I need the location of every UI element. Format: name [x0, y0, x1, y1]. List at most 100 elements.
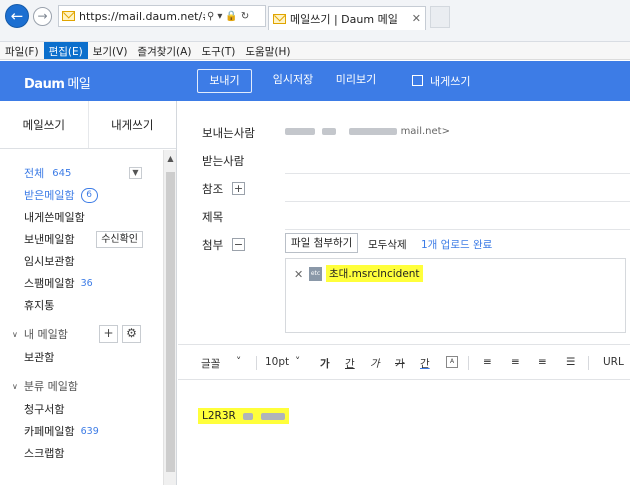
sidebar-item-bills[interactable]: 청구서함	[0, 398, 163, 420]
send-button[interactable]: 보내기	[197, 69, 252, 93]
sidebar-item-scrap[interactable]: 스크랩함	[0, 442, 163, 464]
sidebar-scrollbar[interactable]: ▲	[163, 150, 176, 485]
mail-header: Daum 메일 보내기 임시저장 미리보기 내게쓰기	[0, 61, 630, 101]
font-color-button[interactable]: 간	[420, 356, 430, 371]
write-mail-button[interactable]: 메일쓰기	[0, 101, 88, 148]
daum-logo[interactable]: Daum 메일	[24, 73, 91, 92]
outdent-icon[interactable]: ≡	[538, 356, 547, 368]
send-to-self-label[interactable]: 내게쓰기	[430, 73, 470, 89]
menu-tools[interactable]: 도구(T)	[196, 42, 240, 59]
to-label: 받는사람	[202, 154, 245, 168]
subject-input[interactable]	[285, 202, 630, 230]
cafe-count: 639	[80, 425, 99, 437]
sender-address[interactable]: mail.net>	[285, 126, 450, 137]
delete-all-button[interactable]: 모두삭제	[368, 237, 407, 252]
search-icon[interactable]: ⚲	[207, 11, 214, 22]
browser-tab[interactable]: 메일쓰기 | Daum 메일 ✕	[268, 6, 426, 30]
cc-input[interactable]	[285, 174, 630, 202]
spam-count: 36	[80, 277, 93, 289]
write-to-self-button[interactable]: 내게쓰기	[87, 101, 177, 148]
editor-toolbar: 글꼴 ˅ 10pt ˅ 가 간 가 가 간 A ≡ ≡ ≡ ☰ URL	[178, 344, 630, 380]
unread-badge: 6	[80, 187, 98, 203]
collapse-attach-icon[interactable]: −	[232, 238, 245, 251]
attach-label: 첨부	[202, 238, 224, 252]
body-text: L2R3R	[198, 408, 289, 424]
bold-button[interactable]: 가	[320, 356, 330, 371]
tab-favicon-icon	[273, 13, 286, 24]
menu-file[interactable]: 파일(F)	[0, 42, 44, 59]
all-mail-count: 645	[52, 167, 72, 179]
sidebar-item-drafts[interactable]: 임시보관함	[0, 250, 163, 272]
folder-list: 전체 645 ▼ 받은메일함 6 내게쓴메일함 보낸메일함 수신확인 임시보관함 스…	[0, 150, 163, 464]
sidebar-item-sent[interactable]: 보낸메일함 수신확인	[0, 228, 163, 250]
chevron-down-icon[interactable]: ∨	[12, 330, 18, 339]
scrollbar-thumb[interactable]	[166, 172, 175, 472]
sidebar-item-cafe[interactable]: 카페메일함 639	[0, 420, 163, 442]
remove-file-icon[interactable]: ✕	[294, 268, 303, 281]
strikethrough-button[interactable]: 가	[395, 356, 405, 371]
my-mailbox-group[interactable]: ∨ 내 메일함 + ⚙	[0, 322, 163, 346]
underline-button[interactable]: 간	[345, 356, 355, 371]
cc-label: 참조	[202, 182, 224, 196]
attach-file-button[interactable]: 파일 첨부하기	[285, 233, 359, 253]
add-folder-icon[interactable]: +	[99, 325, 118, 343]
compose-form: 보내는사람 mail.net> 받는사람 참조 + 제목 첨부 − 파일 첨부하…	[178, 101, 630, 485]
scroll-up-icon[interactable]: ▲	[164, 154, 176, 163]
send-to-self-checkbox[interactable]	[412, 75, 423, 86]
read-receipt-button[interactable]: 수신확인	[96, 231, 143, 248]
italic-button[interactable]: 가	[370, 356, 380, 371]
font-size-select[interactable]: 10pt	[265, 356, 289, 368]
align-left-icon[interactable]: ≡	[483, 356, 492, 368]
sidebar-item-self-sent[interactable]: 내게쓴메일함	[0, 206, 163, 228]
menu-view[interactable]: 보기(V)	[88, 42, 133, 59]
site-favicon-icon	[62, 11, 75, 21]
forward-arrow-icon[interactable]: →	[33, 7, 52, 26]
subject-row: 제목	[178, 202, 630, 230]
attachment-list: ✕ etc 초대.msrcIncident	[285, 258, 626, 333]
back-arrow-icon[interactable]: ←	[5, 4, 29, 28]
menu-bar: 파일(F) 편집(E) 보기(V) 즐겨찾기(A) 도구(T) 도움말(H)	[0, 42, 630, 60]
menu-edit[interactable]: 편집(E)	[43, 42, 88, 59]
sidebar-item-trash[interactable]: 휴지통	[0, 294, 163, 316]
ordered-list-icon[interactable]: ≡	[511, 356, 520, 368]
from-row: 보내는사람 mail.net>	[178, 118, 630, 146]
upload-status: 1개 업로드 완료	[421, 239, 493, 251]
category-mailbox-group[interactable]: ∨ 분류 메일함	[0, 374, 163, 398]
lock-icon: 🔒	[225, 10, 238, 22]
sidebar-item-inbox[interactable]: 받은메일함 6	[0, 184, 163, 206]
from-label: 보내는사람	[202, 126, 255, 140]
address-url[interactable]: https://mail.daum.net/#?comp	[79, 10, 205, 23]
refresh-icon[interactable]: ↻	[241, 11, 249, 22]
sidebar: 메일쓰기 내게쓰기 전체 645 ▼ 받은메일함 6 내게쓴메일함 보낸메일함 수신…	[0, 101, 177, 485]
dropdown-arrow-icon[interactable]: ▾	[217, 11, 222, 22]
background-color-icon[interactable]: A	[446, 356, 458, 368]
to-row: 받는사람	[178, 146, 630, 174]
menu-favorites[interactable]: 즐겨찾기(A)	[132, 42, 196, 59]
save-draft-button[interactable]: 임시저장	[270, 69, 316, 93]
insert-link-button[interactable]: URL	[603, 356, 624, 368]
gear-icon[interactable]: ⚙	[122, 325, 141, 343]
attached-file-name: 초대.msrcIncident	[326, 265, 423, 282]
file-type-icon: etc	[309, 267, 322, 281]
all-mail-item[interactable]: 전체 645 ▼	[0, 162, 163, 184]
preview-button[interactable]: 미리보기	[335, 69, 377, 93]
cc-row: 참조 +	[178, 174, 630, 202]
font-select[interactable]: 글꼴	[201, 356, 220, 371]
to-input[interactable]	[285, 146, 630, 174]
chevron-down-icon[interactable]: ˅	[236, 356, 241, 368]
browser-toolbar: ← → https://mail.daum.net/#?comp ⚲ ▾ 🔒 ↻…	[0, 0, 630, 42]
subject-label: 제목	[202, 210, 224, 224]
chevron-down-icon[interactable]: ∨	[12, 382, 18, 391]
close-icon[interactable]: ✕	[412, 12, 421, 25]
sidebar-item-archive[interactable]: 보관함	[0, 346, 163, 368]
chevron-down-icon[interactable]: ▼	[129, 167, 142, 179]
horizontal-rule-icon[interactable]: ☰	[566, 356, 575, 368]
new-tab-button[interactable]	[430, 6, 450, 28]
expand-cc-icon[interactable]: +	[232, 182, 245, 195]
chevron-down-icon[interactable]: ˅	[295, 356, 300, 368]
menu-help[interactable]: 도움말(H)	[240, 42, 295, 59]
address-bar[interactable]: https://mail.daum.net/#?comp ⚲ ▾ 🔒 ↻	[58, 5, 266, 27]
sidebar-item-spam[interactable]: 스팸메일함 36	[0, 272, 163, 294]
tab-title: 메일쓰기 | Daum 메일	[290, 12, 398, 26]
mail-body-editor[interactable]: L2R3R	[178, 381, 630, 485]
